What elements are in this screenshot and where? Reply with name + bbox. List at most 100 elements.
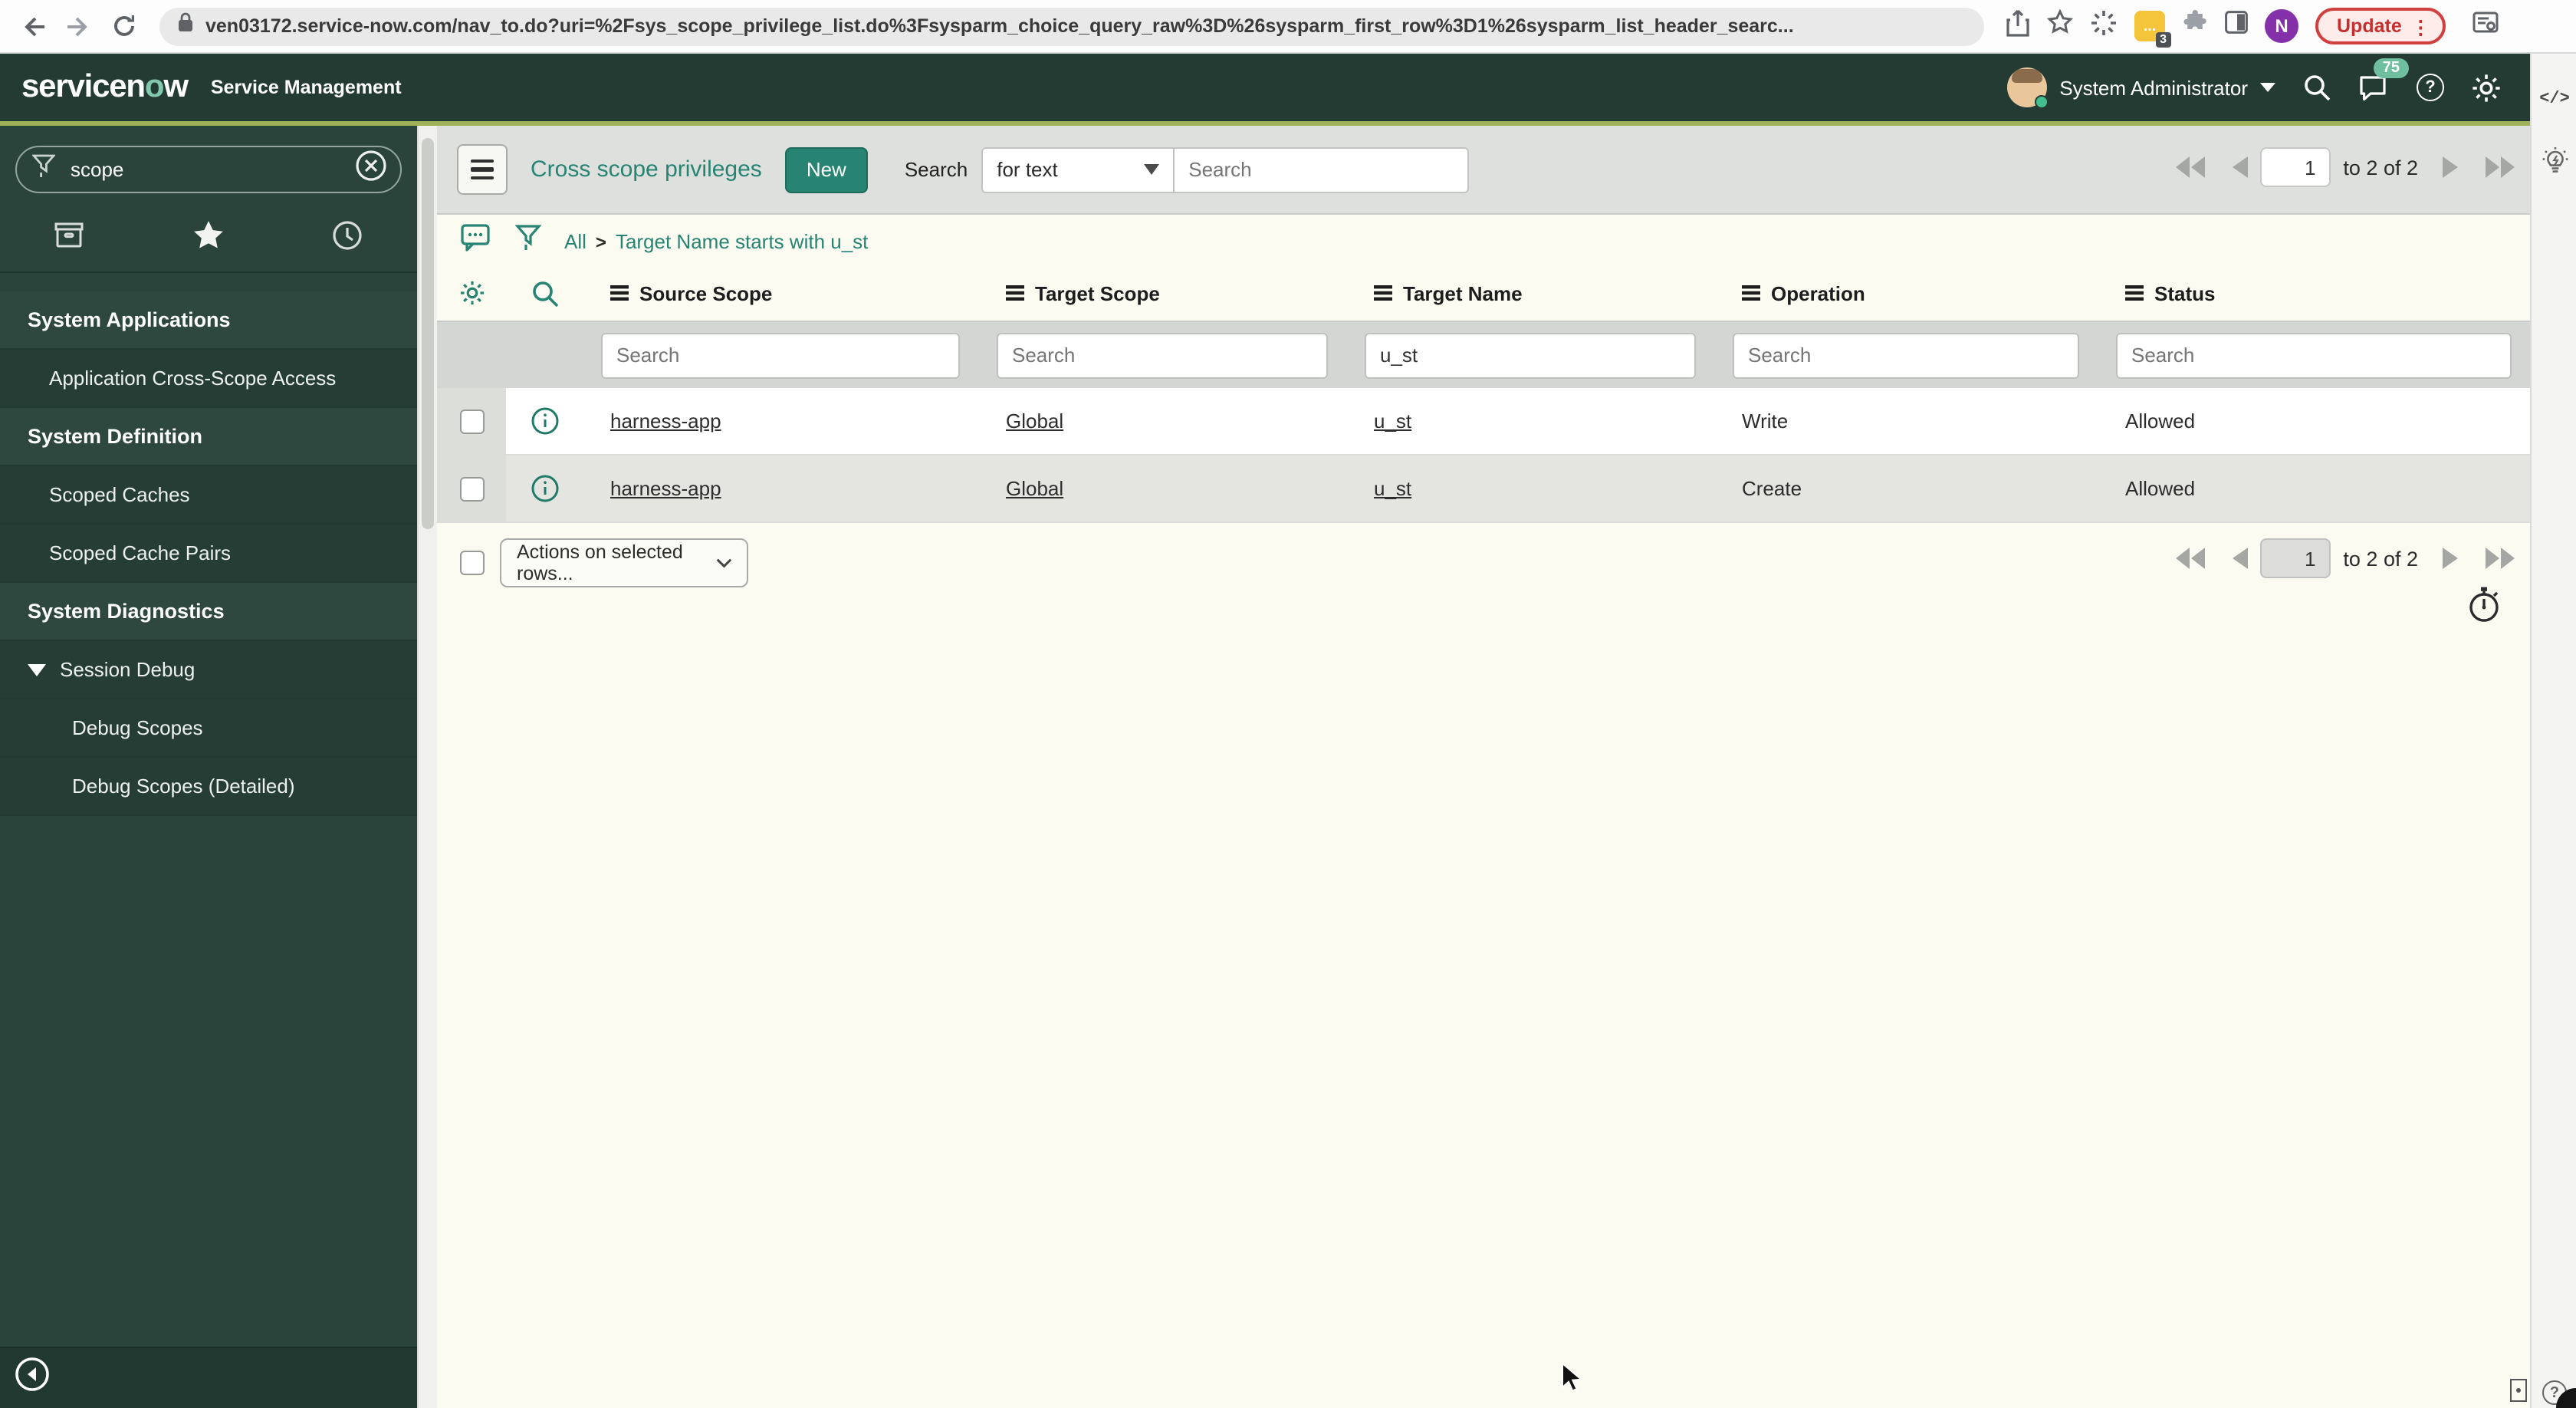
clear-filter-icon[interactable] — [354, 149, 388, 190]
help-icon[interactable]: ? — [2417, 74, 2444, 101]
filter-funnel-icon[interactable] — [514, 223, 542, 260]
column-label: Operation — [1771, 281, 1865, 304]
column-search-toggle-icon[interactable] — [506, 278, 583, 308]
page-number-input[interactable] — [2260, 538, 2331, 578]
share-icon[interactable] — [2006, 8, 2030, 44]
column-header-target-scope[interactable]: Target Scope — [978, 281, 1346, 304]
breadcrumb-all-link[interactable]: All — [564, 230, 586, 253]
settings-gear-icon[interactable] — [2470, 71, 2502, 104]
forward-icon[interactable] — [61, 9, 95, 43]
scrollbar-thumb[interactable] — [422, 138, 434, 529]
row-checkbox[interactable] — [459, 476, 484, 501]
navigator-menu: System Applications Application Cross-Sc… — [0, 291, 417, 816]
navigator-sidebar: System Applications Application Cross-Sc… — [0, 126, 417, 1408]
actions-select[interactable]: Actions on selected rows... — [500, 538, 748, 587]
filter-source-scope-input[interactable] — [601, 332, 960, 378]
tab-favorites[interactable] — [178, 215, 239, 255]
resize-grip-icon[interactable] — [2510, 1379, 2527, 1402]
sidebar-item-debug-scopes-detailed[interactable]: Debug Scopes (Detailed) — [0, 758, 417, 816]
next-page-icon[interactable] — [2443, 156, 2459, 178]
filter-target-scope-input[interactable] — [997, 332, 1328, 378]
breadcrumb-filter-link[interactable]: Target Name starts with u_st — [616, 230, 868, 253]
sidebar-item-label: Scoped Cache Pairs — [49, 541, 232, 564]
sidebar-item-session-debug[interactable]: Session Debug — [0, 641, 417, 699]
next-page-icon[interactable] — [2443, 548, 2459, 569]
column-menu-icon[interactable] — [610, 285, 629, 301]
column-header-status[interactable]: Status — [2098, 281, 2530, 304]
last-page-icon[interactable] — [2484, 548, 2515, 569]
response-time-icon[interactable] — [2467, 586, 2502, 632]
sidebar-item-system-definition[interactable]: System Definition — [0, 408, 417, 466]
cell-operation: Create — [1742, 477, 1802, 500]
first-page-icon[interactable] — [2176, 548, 2206, 569]
browser-actions: ... 3 N Update ⋮ — [2006, 8, 2499, 48]
browser-profile-avatar[interactable]: N — [2265, 9, 2298, 43]
servicenow-logo[interactable]: servicenow — [21, 69, 189, 106]
new-button[interactable]: New — [784, 146, 868, 192]
collapse-sidebar-icon[interactable] — [14, 1356, 51, 1400]
sidebar-item-scoped-caches[interactable]: Scoped Caches — [0, 466, 417, 525]
user-name: System Administrator — [2059, 76, 2248, 99]
cell-target-name[interactable]: u_st — [1374, 477, 1411, 500]
extensions-puzzle-icon[interactable] — [2182, 9, 2208, 43]
filter-target-name-input[interactable] — [1365, 332, 1696, 378]
page-number-input[interactable] — [2260, 147, 2331, 187]
reading-list-icon[interactable] — [2472, 8, 2499, 44]
sidebar-item-scoped-cache-pairs[interactable]: Scoped Cache Pairs — [0, 525, 417, 583]
online-status-dot — [2035, 95, 2049, 109]
url-bar[interactable]: ven03172.service-now.com/nav_to.do?uri=%… — [159, 7, 1984, 45]
sidebar-item-label: Session Debug — [60, 658, 196, 681]
filter-navigator[interactable] — [15, 146, 402, 193]
prev-page-icon[interactable] — [2231, 548, 2249, 569]
sidebar-item-system-diagnostics[interactable]: System Diagnostics — [0, 583, 417, 641]
cell-target-scope[interactable]: Global — [1006, 410, 1063, 433]
column-header-operation[interactable]: Operation — [1714, 281, 2098, 304]
sidebar-item-system-applications[interactable]: System Applications — [0, 291, 417, 350]
filter-status-input[interactable] — [2116, 332, 2512, 378]
bookmark-star-icon[interactable] — [2046, 8, 2074, 43]
list-personalize-gear-icon[interactable] — [437, 279, 506, 307]
row-info-icon[interactable] — [506, 456, 583, 521]
conversations-icon[interactable]: 75 — [2358, 58, 2409, 102]
select-all-checkbox[interactable] — [459, 551, 484, 575]
sidebar-item-debug-scopes[interactable]: Debug Scopes — [0, 699, 417, 758]
header-actions: System Administrator 75 ? — [2007, 58, 2502, 109]
list-menu-button[interactable] — [457, 144, 508, 195]
search-type-select[interactable]: for text — [981, 146, 1175, 192]
list-chat-icon[interactable] — [460, 222, 492, 261]
browser-menu-icon[interactable]: ⋮ — [2411, 15, 2430, 38]
extension-spinner-icon[interactable] — [2090, 8, 2118, 44]
column-menu-icon[interactable] — [1742, 285, 1760, 301]
column-menu-icon[interactable] — [1006, 285, 1024, 301]
tab-all-applications[interactable] — [39, 215, 100, 255]
filter-operation-input[interactable] — [1733, 332, 2079, 378]
list-title[interactable]: Cross scope privileges — [531, 156, 762, 183]
cell-source-scope[interactable]: harness-app — [610, 477, 721, 500]
update-button[interactable]: Update ⋮ — [2315, 8, 2446, 44]
column-header-source-scope[interactable]: Source Scope — [583, 281, 978, 304]
tab-history[interactable] — [317, 215, 378, 255]
sidebar-scrollbar[interactable] — [417, 126, 437, 1408]
column-menu-icon[interactable] — [1374, 285, 1392, 301]
prev-page-icon[interactable] — [2231, 156, 2249, 178]
row-info-icon[interactable] — [506, 388, 583, 454]
extension-yellow-icon[interactable]: ... 3 — [2134, 11, 2171, 48]
back-icon[interactable] — [15, 9, 49, 43]
user-menu[interactable]: System Administrator — [2007, 67, 2275, 109]
code-panel-icon[interactable]: </> — [2532, 90, 2576, 109]
filter-navigator-input[interactable] — [67, 156, 342, 183]
first-page-icon[interactable] — [2176, 156, 2206, 178]
idea-lightbulb-icon[interactable] — [2532, 146, 2576, 179]
column-menu-icon[interactable] — [2125, 285, 2144, 301]
row-checkbox[interactable] — [459, 409, 484, 433]
list-search-input[interactable] — [1175, 146, 1470, 192]
global-search-icon[interactable] — [2302, 72, 2332, 103]
sidebar-item-application-cross-scope-access[interactable]: Application Cross-Scope Access — [0, 350, 417, 408]
last-page-icon[interactable] — [2484, 156, 2515, 178]
refresh-icon[interactable] — [107, 9, 141, 43]
cell-source-scope[interactable]: harness-app — [610, 410, 721, 433]
split-screen-icon[interactable] — [2225, 11, 2248, 41]
cell-target-name[interactable]: u_st — [1374, 410, 1411, 433]
cell-target-scope[interactable]: Global — [1006, 477, 1063, 500]
column-header-target-name[interactable]: Target Name — [1346, 281, 1714, 304]
